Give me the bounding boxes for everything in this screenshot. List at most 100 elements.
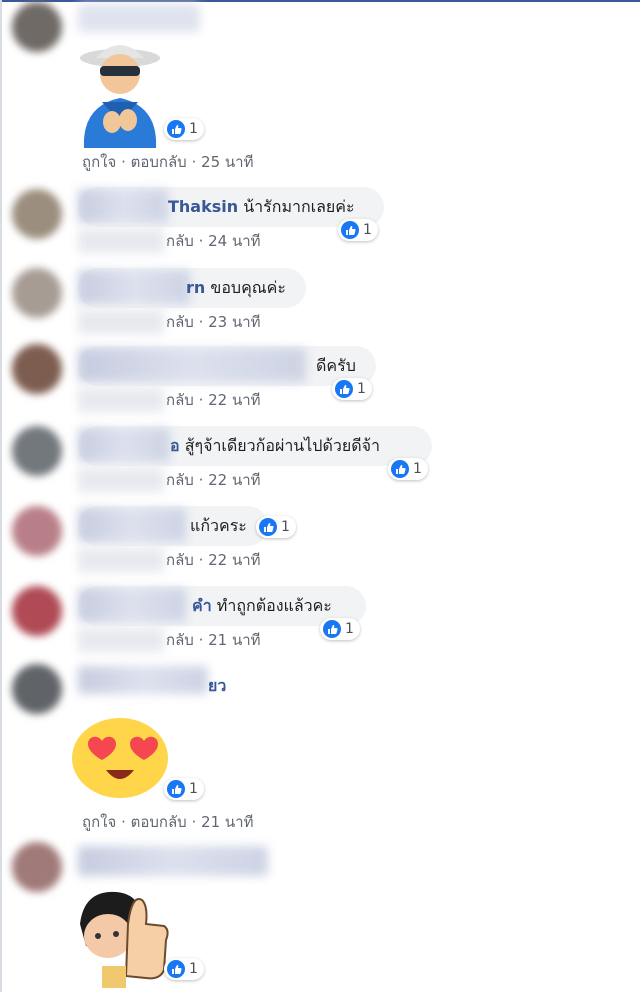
reaction-number: 1 (363, 222, 372, 238)
like-icon (323, 620, 341, 638)
avatar[interactable] (12, 2, 62, 52)
like-icon (335, 380, 353, 398)
reaction-number: 1 (413, 461, 422, 477)
separator: · (198, 232, 204, 250)
timestamp[interactable]: 25 นาที (201, 153, 253, 171)
reaction-number: 1 (345, 621, 354, 637)
author-name-blurred[interactable] (78, 588, 186, 622)
like-icon (167, 960, 185, 978)
reply-link[interactable]: ตอบกลับ (131, 153, 187, 171)
actions-blurred (78, 310, 164, 334)
reaction-count[interactable]: 1 (164, 778, 204, 800)
author-name-blurred[interactable] (78, 508, 186, 542)
separator: · (121, 813, 126, 831)
avatar[interactable] (12, 268, 62, 318)
timestamp[interactable]: 23 นาที (208, 313, 260, 331)
author-name-blurred[interactable] (78, 189, 168, 223)
reaction-count[interactable]: 1 (164, 958, 204, 980)
avatar[interactable] (12, 664, 62, 714)
comment-body: rn ขอบคุณค่ะ (186, 278, 286, 298)
comment-9: 1 (0, 840, 640, 992)
avatar[interactable] (12, 344, 62, 394)
comment-actions: กลับ · 21 นาที (166, 628, 261, 652)
author-name-blurred[interactable] (78, 666, 208, 694)
author-name-blurred[interactable] (78, 270, 190, 304)
timestamp[interactable]: 22 นาที (208, 471, 260, 489)
actions-blurred (78, 388, 164, 412)
reaction-count[interactable]: 1 (164, 118, 204, 140)
comment-text: น้ารักมากเลยค่ะ (243, 197, 355, 216)
author-name[interactable]: Thaksin (168, 197, 238, 216)
comment-8: ยว 1 ถูกใจ · ตอบกลับ · 21 นาที (0, 664, 640, 834)
comment-text: สู้ๆจ้าเดียวก้อผ่านไปด้วยดีจ้า (184, 436, 380, 455)
actions-blurred (78, 468, 164, 492)
author-name-blurred[interactable] (78, 4, 200, 32)
timestamp[interactable]: 21 นาที (208, 631, 260, 649)
reaction-number: 1 (189, 961, 198, 977)
comment-body: ดีครับ (316, 356, 356, 376)
comment-actions: กลับ · 23 นาที (166, 310, 261, 334)
comment-6: แก้วคระ 1 กลับ · 22 นาที (0, 504, 640, 580)
author-name[interactable]: ยว (208, 674, 226, 699)
comment-5: อ สู้ๆจ้าเดียวก้อผ่านไปด้วยดีจ้า 1 กลับ … (0, 424, 640, 500)
comment-body: อ สู้ๆจ้าเดียวก้อผ่านไปด้วยดีจ้า (170, 436, 380, 456)
comment-actions: ถูกใจ · ตอบกลับ · 21 นาที (82, 810, 253, 834)
separator: · (121, 153, 126, 171)
reply-link[interactable]: กลับ (166, 313, 194, 331)
separator: · (191, 153, 197, 171)
comment-actions: กลับ · 22 นาที (166, 388, 261, 412)
actions-blurred (78, 229, 164, 253)
reply-link[interactable]: กลับ (166, 232, 194, 250)
comment-actions: กลับ · 22 นาที (166, 548, 261, 572)
separator: · (198, 631, 204, 649)
timestamp[interactable]: 21 นาที (201, 813, 253, 831)
reaction-count[interactable]: 1 (388, 458, 428, 480)
reply-link[interactable]: ตอบกลับ (131, 813, 187, 831)
like-icon (341, 221, 359, 239)
reply-link[interactable]: กลับ (166, 631, 194, 649)
timestamp[interactable]: 22 นาที (208, 391, 260, 409)
like-icon (259, 518, 277, 536)
comment-3: rn ขอบคุณค่ะ กลับ · 23 นาที (0, 266, 640, 342)
author-name-blurred[interactable] (78, 348, 306, 382)
heart-eyes-emoji-sticker (72, 718, 168, 798)
author-name[interactable]: อ (170, 436, 180, 455)
separator: · (198, 391, 204, 409)
avatar[interactable] (12, 426, 62, 476)
actions-blurred (78, 628, 164, 652)
like-link[interactable]: ถูกใจ (82, 813, 116, 831)
timestamp[interactable]: 22 นาที (208, 551, 260, 569)
avatar[interactable] (12, 586, 62, 636)
author-name[interactable]: rn (186, 278, 205, 297)
reaction-count[interactable]: 1 (332, 378, 372, 400)
comment-4: ดีครับ 1 กลับ · 22 นาที (0, 344, 640, 420)
thumbs-up-character-sticker (80, 891, 169, 988)
like-icon (167, 120, 185, 138)
avatar[interactable] (12, 189, 62, 239)
comment-body: แก้วคระ (190, 516, 247, 536)
reaction-count[interactable]: 1 (338, 219, 378, 241)
author-name[interactable]: คำ (192, 596, 212, 615)
author-name-blurred[interactable] (78, 846, 268, 876)
like-link[interactable]: ถูกใจ (82, 153, 116, 171)
comment-body: Thaksin น้ารักมากเลยค่ะ (168, 197, 355, 217)
avatar[interactable] (12, 506, 62, 556)
comment-1: 1 ถูกใจ · ตอบกลับ · 25 นาที (0, 0, 640, 180)
separator: · (191, 813, 197, 831)
comment-body: คำ ทำถูกต้องแล้วคะ (192, 596, 332, 616)
reply-link[interactable]: กลับ (166, 391, 194, 409)
author-name-blurred[interactable] (78, 428, 170, 462)
like-icon (167, 780, 185, 798)
timestamp[interactable]: 24 นาที (208, 232, 260, 250)
reaction-count[interactable]: 1 (320, 618, 360, 640)
reaction-count[interactable]: 1 (256, 516, 296, 538)
separator: · (198, 471, 204, 489)
comment-text: ทำถูกต้องแล้วคะ (216, 596, 332, 615)
comment-text: ขอบคุณค่ะ (210, 278, 286, 297)
reply-link[interactable]: กลับ (166, 471, 194, 489)
comment-actions: กลับ · 22 นาที (166, 468, 261, 492)
actions-blurred (78, 548, 164, 572)
avatar[interactable] (12, 842, 62, 892)
reply-link[interactable]: กลับ (166, 551, 194, 569)
comment-7: คำ ทำถูกต้องแล้วคะ 1 กลับ · 21 นาที (0, 584, 640, 660)
